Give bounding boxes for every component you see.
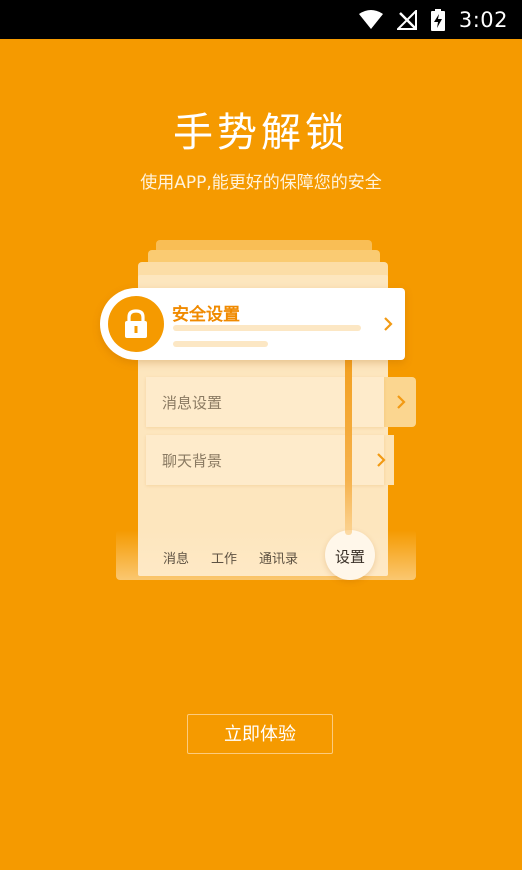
tab-contacts: 通讯录 (259, 552, 299, 567)
swipe-arrow-shaft (345, 350, 352, 535)
chevron-right-icon (377, 453, 386, 467)
chevron-right-icon (397, 395, 406, 409)
tab-work: 工作 (211, 552, 238, 567)
tab-messages: 消息 (163, 552, 190, 567)
placeholder-line (173, 341, 268, 347)
status-time: 3:02 (458, 7, 508, 32)
placeholder-line (173, 325, 361, 331)
security-settings-label: 安全设置 (172, 305, 240, 325)
no-signal-icon (396, 9, 417, 30)
try-now-button[interactable]: 立即体验 (187, 714, 333, 754)
wifi-icon (358, 9, 383, 29)
status-bar: 3:02 (0, 0, 522, 39)
page-title: 手势解锁 (173, 110, 349, 156)
lock-icon (125, 309, 147, 338)
list-item-label: 消息设置 (162, 394, 223, 412)
battery-charging-icon (430, 8, 445, 31)
tab-settings: 设置 (335, 548, 366, 566)
page-subtitle: 使用APP,能更好的保障您的安全 (140, 173, 382, 193)
chevron-right-icon (384, 317, 393, 331)
list-item-label: 聊天背景 (162, 452, 223, 470)
